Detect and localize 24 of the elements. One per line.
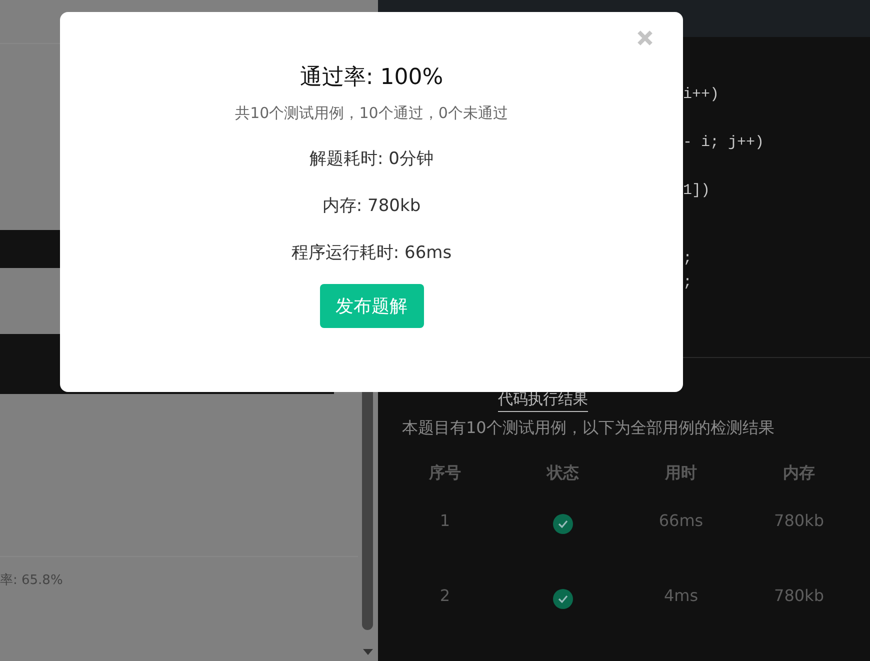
dialog-title: 通过率: 100% <box>300 64 444 92</box>
table-cell-text: 66ms <box>658 511 704 532</box>
code-line: - i; j++) <box>683 134 764 152</box>
code-line: 1]) <box>683 182 710 200</box>
column-header: 用时 <box>664 463 698 484</box>
scroll-down-icon[interactable] <box>362 648 374 656</box>
code-line: ; <box>683 274 692 292</box>
table-cell-text: 4ms <box>662 586 700 607</box>
table-cell-text: 780kb <box>773 586 825 607</box>
column-header: 内存 <box>782 463 816 484</box>
column-header: 状态 <box>545 463 580 484</box>
table-cell-text: 780kb <box>773 511 825 532</box>
dialog-subtitle: 共10个测试用例，10个通过，0个未通过 <box>235 104 508 123</box>
stat-text: 程序运行耗时: 66ms <box>291 242 452 264</box>
table-cell-text: 1 <box>438 511 452 532</box>
code-line: i++) <box>683 86 720 104</box>
column-header: 序号 <box>428 463 462 484</box>
table-cell-text: 2 <box>438 586 452 607</box>
code-line: ; <box>683 250 692 268</box>
pass-rate: 率: 65.8% <box>0 556 358 589</box>
stat-text: 解题耗时: 0分钟 <box>310 148 434 170</box>
result-summary: 本题目有10个测试用例，以下为全部用例的检测结果 <box>402 418 776 439</box>
close-icon[interactable] <box>637 30 653 46</box>
stat-text: 内存: 780kb <box>322 195 421 217</box>
